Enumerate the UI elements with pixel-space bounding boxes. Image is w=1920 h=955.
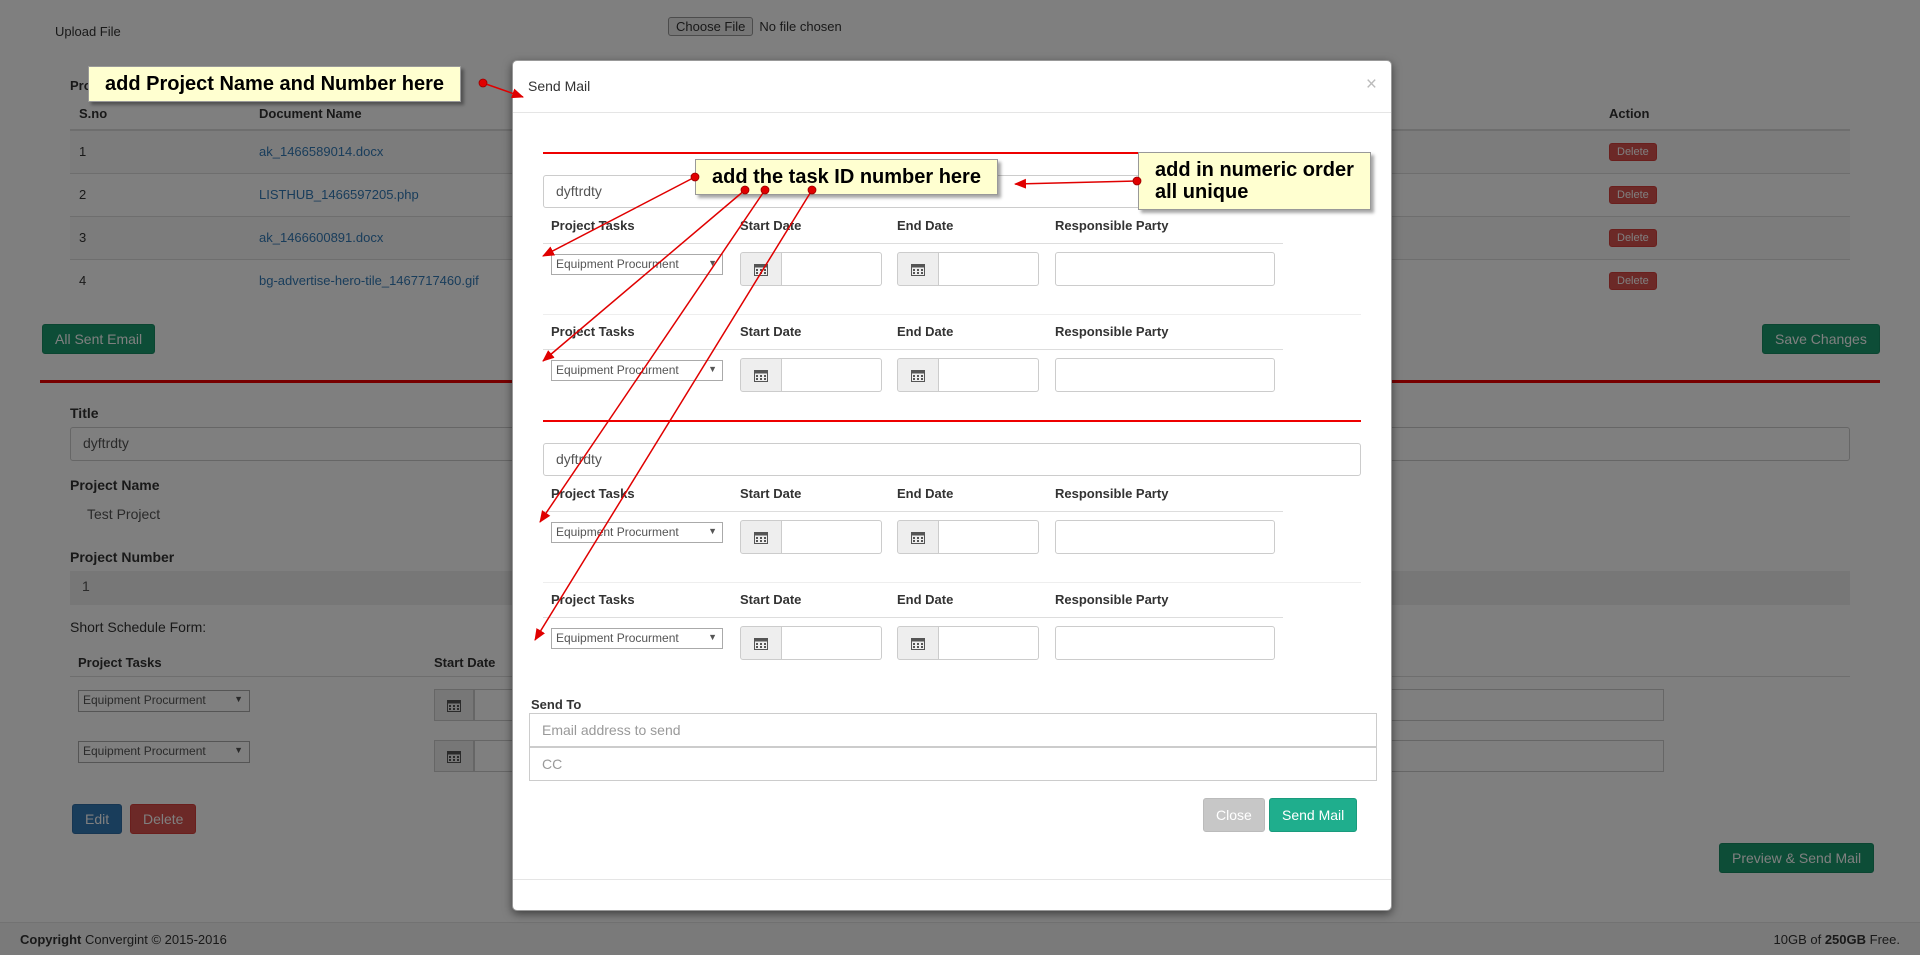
end-date-picker[interactable] [897,626,1039,660]
responsible-party-input[interactable] [1055,252,1275,286]
col-project-tasks: Project Tasks [551,592,635,607]
end-date-input[interactable] [939,626,1039,660]
dropdown-arrow-icon: ▼ [708,364,717,374]
start-date-input[interactable] [782,626,882,660]
cc-field[interactable]: CC [529,747,1377,781]
calendar-icon[interactable] [740,358,782,392]
row-separator [543,314,1361,315]
calendar-icon[interactable] [897,626,939,660]
col-responsible-party: Responsible Party [1055,324,1169,339]
start-date-input[interactable] [782,252,882,286]
col-project-tasks: Project Tasks [551,486,635,501]
task-select[interactable]: Equipment Procurment ▼ [551,254,723,275]
end-date-input[interactable] [939,358,1039,392]
dropdown-arrow-icon: ▼ [708,258,717,268]
col-start-date: Start Date [740,218,802,233]
dropdown-arrow-icon: ▼ [708,632,717,642]
header-rule [543,243,1283,244]
close-button[interactable]: Close [1203,798,1265,832]
start-date-input[interactable] [782,358,882,392]
task-select-value: Equipment Procurment [556,257,679,271]
dropdown-arrow-icon: ▼ [708,526,717,536]
col-start-date: Start Date [740,486,802,501]
responsible-party-input[interactable] [1055,358,1275,392]
start-date-picker[interactable] [740,626,882,660]
col-end-date: End Date [897,592,954,607]
task-select[interactable]: Equipment Procurment ▼ [551,628,723,649]
calendar-icon[interactable] [740,626,782,660]
send-to-label: Send To [531,697,582,712]
close-icon[interactable]: × [1366,74,1377,96]
end-date-picker[interactable] [897,252,1039,286]
task-select[interactable]: Equipment Procurment ▼ [551,522,723,543]
end-date-input[interactable] [939,252,1039,286]
col-start-date: Start Date [740,324,802,339]
annotation-numeric-order: add in numeric order all unique [1138,152,1371,210]
col-end-date: End Date [897,218,954,233]
email-field[interactable]: Email address to send [529,713,1377,747]
responsible-party-input[interactable] [1055,626,1275,660]
end-date-picker[interactable] [897,520,1039,554]
col-start-date: Start Date [740,592,802,607]
task-select-value: Equipment Procurment [556,631,679,645]
calendar-icon[interactable] [897,252,939,286]
row-separator [543,582,1361,583]
end-date-input[interactable] [939,520,1039,554]
header-rule [543,349,1283,350]
modal-footer-rule [513,879,1391,880]
calendar-icon[interactable] [897,520,939,554]
calendar-icon[interactable] [740,252,782,286]
annotation-project-name: add Project Name and Number here [88,66,461,102]
col-project-tasks: Project Tasks [551,324,635,339]
group-divider [543,420,1361,422]
start-date-picker[interactable] [740,358,882,392]
annotation-numeric-line2: all unique [1155,181,1249,203]
start-date-picker[interactable] [740,520,882,554]
col-responsible-party: Responsible Party [1055,592,1169,607]
col-responsible-party: Responsible Party [1055,218,1169,233]
send-mail-button[interactable]: Send Mail [1269,798,1358,832]
group-title-input[interactable]: dyftrdty [543,443,1361,476]
col-project-tasks: Project Tasks [551,218,635,233]
col-responsible-party: Responsible Party [1055,486,1169,501]
task-select[interactable]: Equipment Procurment ▼ [551,360,723,381]
end-date-picker[interactable] [897,358,1039,392]
col-end-date: End Date [897,324,954,339]
task-select-value: Equipment Procurment [556,525,679,539]
col-end-date: End Date [897,486,954,501]
modal-title: Send Mail [528,78,591,94]
annotation-numeric-line1: add in numeric order [1155,159,1354,181]
start-date-picker[interactable] [740,252,882,286]
header-rule [543,617,1283,618]
calendar-icon[interactable] [740,520,782,554]
modal-header: Send Mail × [513,61,1391,113]
start-date-input[interactable] [782,520,882,554]
task-select-value: Equipment Procurment [556,363,679,377]
responsible-party-input[interactable] [1055,520,1275,554]
header-rule [543,511,1283,512]
annotation-task-id: add the task ID number here [695,159,998,195]
calendar-icon[interactable] [897,358,939,392]
